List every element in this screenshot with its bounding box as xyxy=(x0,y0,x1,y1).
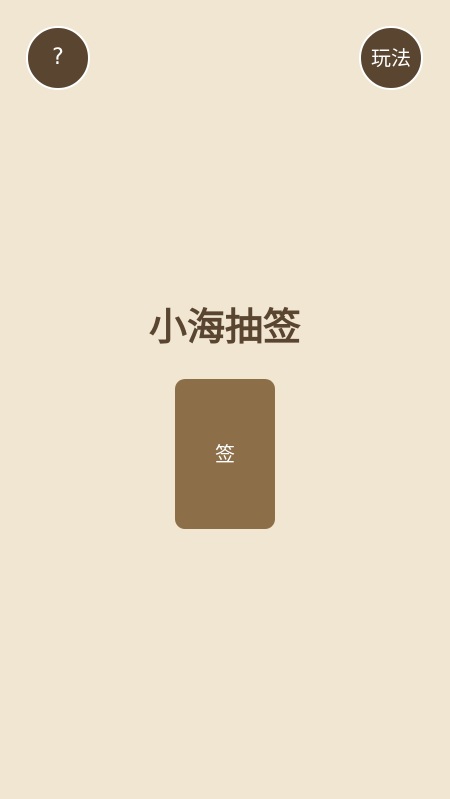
rules-button-label: 玩法 xyxy=(371,46,411,70)
draw-lot-card[interactable]: 签 xyxy=(175,379,275,529)
app-screen: ? 玩法 小海抽签 签 xyxy=(0,0,450,799)
page-title: 小海抽签 xyxy=(148,305,301,349)
card-label: 签 xyxy=(215,442,235,466)
question-mark-icon: ? xyxy=(52,45,64,70)
rules-button[interactable]: 玩法 xyxy=(359,26,423,90)
help-button[interactable]: ? xyxy=(26,26,90,90)
